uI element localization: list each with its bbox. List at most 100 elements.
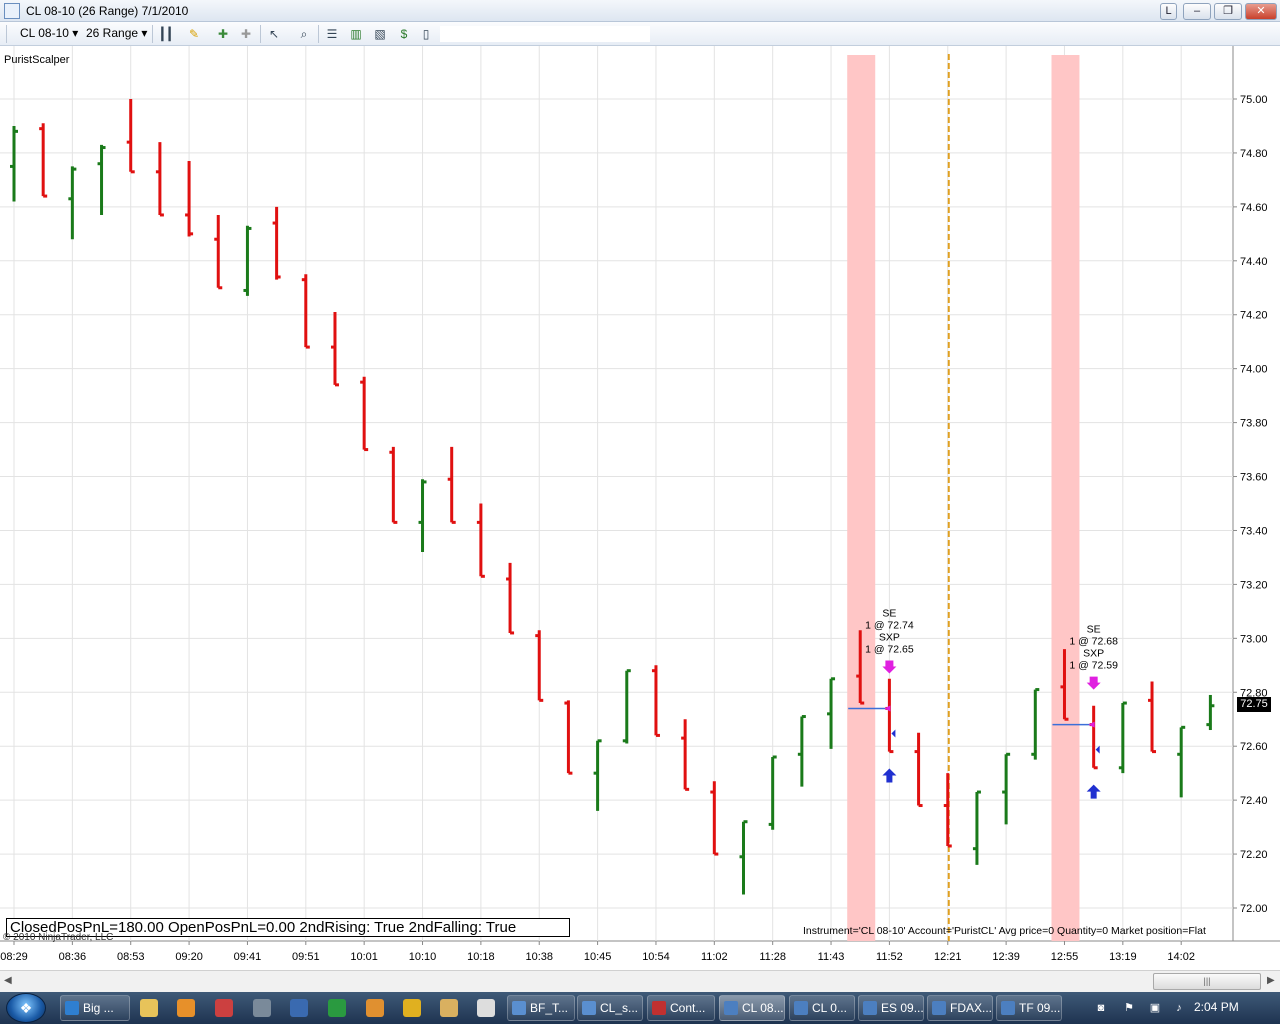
time-tick-label: 12:21	[934, 951, 962, 963]
price-tick-label: 72.60	[1240, 741, 1268, 753]
time-tick-label: 11:28	[759, 951, 786, 963]
price-tick-label: 72.00	[1240, 903, 1268, 915]
time-tick-label: 10:38	[525, 951, 553, 963]
zoom-icon[interactable]: ⌕	[296, 26, 312, 42]
task-label: FDAX...	[950, 1001, 993, 1015]
taskbar-item[interactable]: CL_s...	[577, 995, 643, 1021]
app-quicklaunch-icon[interactable]	[215, 999, 233, 1017]
vlc-icon[interactable]	[366, 999, 384, 1017]
chart-icon	[1001, 1001, 1015, 1015]
project-icon[interactable]	[328, 999, 346, 1017]
volume-tray-icon[interactable]: ♪	[1172, 1001, 1186, 1015]
start-button[interactable]: ❖	[6, 993, 46, 1023]
last-price-marker: 72.75	[1237, 697, 1271, 712]
trade-label: SXP	[879, 631, 900, 643]
instrument-info: Instrument='CL 08-10' Account='PuristCL'…	[803, 925, 1206, 937]
crosshair-icon[interactable]: ✚	[215, 26, 231, 42]
minimize-button[interactable]: –	[1183, 3, 1211, 20]
window-title: CL 08-10 (26 Range) 7/1/2010	[26, 4, 189, 18]
data-box-icon[interactable]: ▯	[418, 26, 434, 42]
exit-marker-icon	[1095, 745, 1100, 754]
taskbar-item[interactable]: Cont...	[647, 995, 715, 1021]
time-tick-label: 09:41	[234, 951, 262, 963]
crosshair-alt-icon[interactable]: ✚	[238, 26, 254, 42]
price-tick-label: 72.20	[1240, 849, 1268, 861]
time-tick-label: 12:55	[1051, 951, 1079, 963]
media-player-icon[interactable]	[177, 999, 195, 1017]
trade-label: SE	[882, 607, 896, 619]
toolbar-separator	[260, 25, 261, 43]
explorer-icon[interactable]	[140, 999, 158, 1017]
network-icon[interactable]	[290, 999, 308, 1017]
scroll-thumb[interactable]: |||	[1153, 973, 1261, 990]
scroll-right-arrow[interactable]: ▶	[1267, 975, 1275, 986]
window-icon	[582, 1001, 596, 1015]
pen-icon[interactable]	[440, 999, 458, 1017]
scroll-left-arrow[interactable]: ◀	[4, 975, 12, 986]
taskbar-item[interactable]: CL 0...	[789, 995, 855, 1021]
settings-icon[interactable]	[477, 999, 495, 1017]
flag-tray-icon[interactable]: ⚑	[1122, 1001, 1136, 1015]
network-tray-icon[interactable]: ▣	[1148, 1001, 1162, 1015]
ie-icon	[65, 1001, 79, 1015]
taskbar-item[interactable]: FDAX...	[927, 995, 993, 1021]
price-tick-label: 73.60	[1240, 472, 1268, 484]
trade-label: 1 @ 72.65	[865, 643, 914, 655]
task-label: Cont...	[670, 1001, 706, 1015]
horizontal-scrollbar[interactable]: ◀ ||| ▶	[0, 970, 1280, 992]
close-button[interactable]: ✕	[1245, 3, 1277, 20]
trade-label: 1 @ 72.68	[1069, 636, 1118, 648]
time-tick-label: 10:18	[467, 951, 495, 963]
toolbar-separator	[318, 25, 319, 43]
taskbar-item[interactable]: BF_T...	[507, 995, 575, 1021]
time-tick-label: 14:02	[1167, 951, 1195, 963]
trade-highlight-band	[1051, 55, 1080, 941]
camera-icon[interactable]	[253, 999, 271, 1017]
dollar-icon[interactable]: $	[396, 26, 412, 42]
price-tick-label: 74.80	[1240, 148, 1268, 160]
properties-icon[interactable]: ☰	[324, 26, 340, 42]
price-chart[interactable]: 75.00 74.80 74.60 74.40 74.20 74.00 73.80 73.60…	[0, 46, 1280, 970]
cover-exit-arrow-icon	[1086, 784, 1101, 799]
price-tick-label: 74.00	[1240, 364, 1268, 376]
toolbar-blank-area	[440, 26, 650, 42]
toolbar-separator	[152, 25, 153, 43]
app-icon	[4, 3, 20, 19]
task-label: Big ...	[83, 1001, 114, 1015]
time-tick-label: 13:19	[1109, 951, 1137, 963]
taskbar-item[interactable]: ES 09...	[858, 995, 924, 1021]
chart-icon	[724, 1001, 738, 1015]
short-entry-arrow-icon	[1086, 676, 1101, 690]
chart-icon	[863, 1001, 877, 1015]
price-tick-label: 72.40	[1240, 795, 1268, 807]
taskbar-item[interactable]: TF 09...	[996, 995, 1062, 1021]
camera-tray-icon[interactable]: ◙	[1094, 1001, 1108, 1015]
pointer-icon[interactable]: ↖	[266, 26, 282, 42]
taskbar-item-active[interactable]: CL 08...	[719, 995, 785, 1021]
chart-panel[interactable]: 75.00 74.80 74.60 74.40 74.20 74.00 73.80 73.60…	[0, 46, 1280, 970]
window-icon	[512, 1001, 526, 1015]
period-label: 26 Range	[86, 26, 139, 40]
ninjatrader-icon	[652, 1001, 666, 1015]
link-button[interactable]: L	[1160, 3, 1177, 20]
time-tick-label: 11:02	[701, 951, 728, 963]
indicators-icon[interactable]: ▧	[372, 26, 388, 42]
chrome-icon[interactable]	[403, 999, 421, 1017]
trade-label: SE	[1087, 624, 1101, 636]
price-tick-label: 74.20	[1240, 310, 1268, 322]
task-label: CL_s...	[600, 1001, 639, 1015]
period-dropdown[interactable]: 26 Range ▾	[86, 26, 147, 40]
instrument-label: CL 08-10	[20, 26, 69, 40]
pencil-draw-icon[interactable]: ✎	[186, 26, 202, 42]
indicator-label: PuristScalper	[4, 54, 70, 66]
entry-marker-icon	[884, 705, 891, 712]
time-tick-label: 08:29	[0, 951, 28, 963]
trade-label: 1 @ 72.59	[1069, 660, 1118, 672]
strategy-icon[interactable]: ▥	[348, 26, 364, 42]
instrument-dropdown[interactable]: CL 08-10 ▾	[20, 26, 78, 40]
bars-style-icon[interactable]: ┃┃	[158, 26, 174, 42]
maximize-button[interactable]: ❐	[1214, 3, 1242, 20]
time-tick-label: 12:39	[992, 951, 1020, 963]
taskbar-item[interactable]: Big ...	[60, 995, 130, 1021]
task-label: BF_T...	[530, 1001, 569, 1015]
